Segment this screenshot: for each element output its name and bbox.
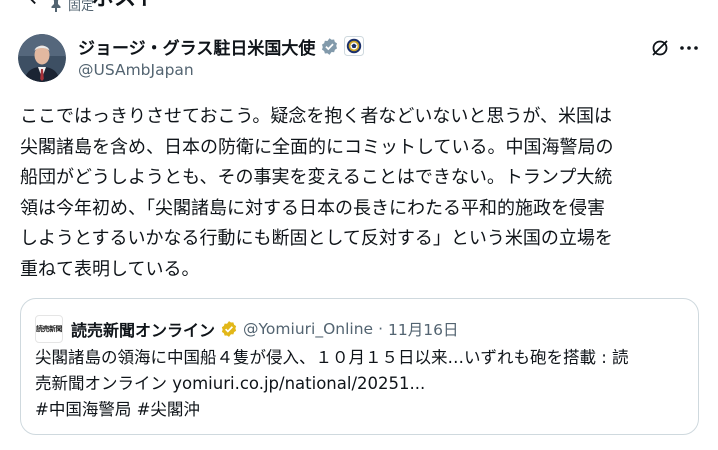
name-row: ジョージ・グラス駐日米国大使 xyxy=(78,34,365,59)
verified-org-badge-icon xyxy=(221,321,237,337)
quoted-post-date: 11月16日 xyxy=(388,321,459,339)
quoted-text-line: #中国海警局 #尖閣沖 xyxy=(35,400,200,419)
author-name[interactable]: ジョージ・グラス駐日米国大使 xyxy=(78,34,315,59)
top-bar: ポスト 固定 xyxy=(0,0,718,16)
post-text-line: 重ねて表明している。 xyxy=(20,258,200,280)
quoted-author-handle: @Yomiuri_Online xyxy=(243,320,374,338)
quoted-text-line: 尖閣諸島の領海に中国船４隻が侵入、１０月１５日以来…いずれも砲を搭載 : 読 xyxy=(35,348,629,367)
verified-badge-icon[interactable] xyxy=(320,37,339,56)
quoted-post-header: 読売新聞 読売新聞オンライン @Yomiuri_Online · 11月16日 xyxy=(35,315,458,343)
back-arrow-icon[interactable] xyxy=(22,0,44,8)
government-seal-icon[interactable] xyxy=(344,36,365,56)
pinned-label: 固定 xyxy=(68,0,95,14)
post-text-line: 尖閣諸島を含め、日本の防衛に全面的にコミットしている。中国海警局の xyxy=(20,136,614,158)
post-text-line: しようとするいかなる行動にも断固として反対する」という米国の立場を xyxy=(20,228,613,249)
pin-icon xyxy=(51,0,61,12)
avatar[interactable] xyxy=(18,34,66,82)
post-text-line: ここではっきりさせておこう。疑念を抱く者などいないと思うが、米国は xyxy=(20,106,613,127)
post-text-line: 領は今年初め、「尖閣諸島に対する日本の長きにわたる平和的施政を侵害 xyxy=(20,197,605,219)
quoted-post-card[interactable]: 読売新聞 読売新聞オンライン @Yomiuri_Online · 11月16日 … xyxy=(20,298,699,435)
page-title: ポスト xyxy=(92,0,158,12)
quoted-post-text: 尖閣諸島の領海に中国船４隻が侵入、１０月１５日以来…いずれも砲を搭載 : 読 売… xyxy=(35,345,685,423)
more-icon[interactable] xyxy=(678,38,700,58)
pinned-indicator: 固定 xyxy=(50,0,94,14)
post-header: ジョージ・グラス駐日米国大使 @USAmbJapan xyxy=(18,34,700,86)
post-text: ここではっきりさせておこう。疑念を抱く者などいないと思うが、米国は 尖閣諸島を含… xyxy=(20,102,700,285)
quoted-text-line: 売新聞オンライン yomiuri.co.jp/national/20251... xyxy=(35,374,426,393)
quoted-author-name: 読売新聞オンライン xyxy=(71,321,216,340)
separator-dot: · xyxy=(378,320,384,338)
author-handle[interactable]: @USAmbJapan xyxy=(78,61,364,79)
author-block: ジョージ・グラス駐日米国大使 @USAmbJapan xyxy=(78,34,365,79)
quoted-avatar: 読売新聞 xyxy=(35,315,63,343)
quoted-avatar-text: 読売新聞 xyxy=(36,325,62,333)
grok-icon[interactable] xyxy=(650,38,670,58)
post-text-line: 船団がどうしようとも、その事実を変えることはできない。トランプ大統 xyxy=(20,167,613,188)
